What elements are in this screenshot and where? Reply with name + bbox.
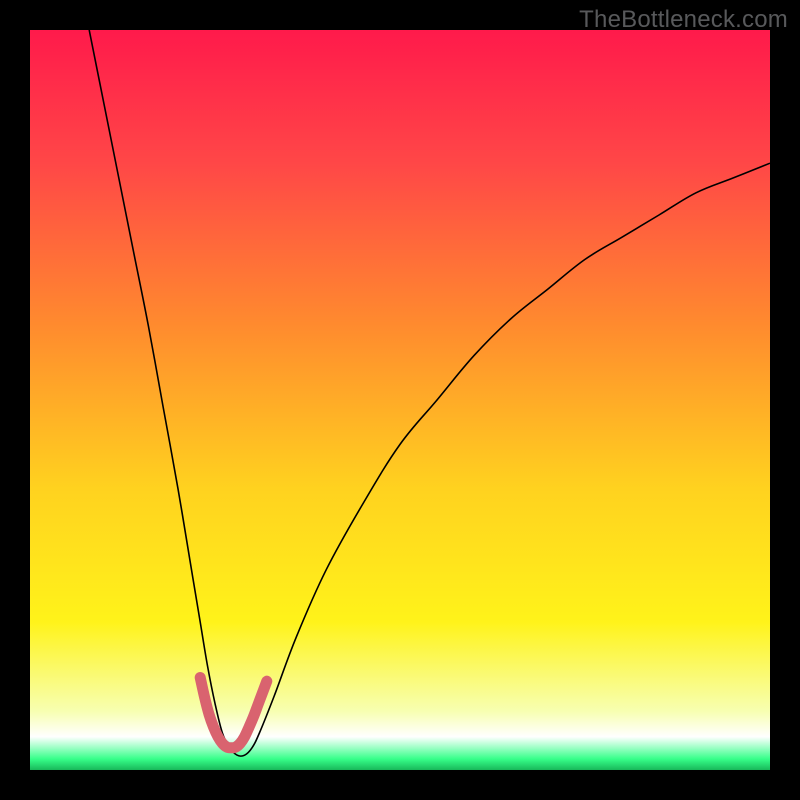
chart-container: TheBottleneck.com	[0, 0, 800, 800]
plot-area	[30, 30, 770, 770]
gradient-background	[30, 30, 770, 770]
chart-svg	[30, 30, 770, 770]
